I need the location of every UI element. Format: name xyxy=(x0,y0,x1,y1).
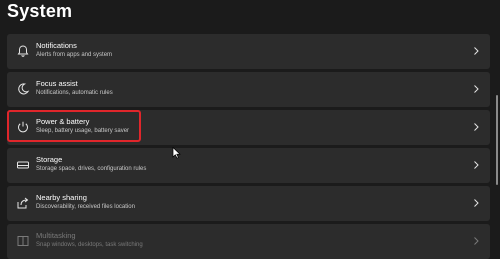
chevron-right-icon xyxy=(472,122,480,132)
highlight-box xyxy=(7,110,141,142)
mouse-cursor-icon xyxy=(172,146,181,159)
chevron-right-icon xyxy=(472,198,480,208)
settings-item-multitasking[interactable]: Multitasking Snap windows, desktops, tas… xyxy=(7,224,490,259)
storage-icon xyxy=(16,158,30,172)
item-title: Focus assist xyxy=(36,79,78,88)
moon-icon xyxy=(16,82,30,96)
page-title: System xyxy=(7,1,73,21)
item-subtitle: Notifications, automatic rules xyxy=(36,90,113,96)
settings-item-notifications[interactable]: Notifications Alerts from apps and syste… xyxy=(7,34,490,69)
share-icon xyxy=(16,196,30,210)
bell-icon xyxy=(16,44,30,58)
chevron-right-icon xyxy=(472,160,480,170)
settings-page: System Notifications Alerts from apps an… xyxy=(0,0,500,259)
item-title: Multitasking xyxy=(36,231,76,240)
settings-item-nearby-sharing[interactable]: Nearby sharing Discoverability, received… xyxy=(7,186,490,221)
settings-item-storage[interactable]: Storage Storage space, drives, configura… xyxy=(7,148,490,183)
settings-item-focus-assist[interactable]: Focus assist Notifications, automatic ru… xyxy=(7,72,490,107)
item-subtitle: Alerts from apps and system xyxy=(36,52,113,58)
item-subtitle: Discoverability, received files location xyxy=(36,204,135,210)
item-title: Notifications xyxy=(36,41,77,50)
item-subtitle: Storage space, drives, configuration rul… xyxy=(36,166,147,172)
chevron-right-icon xyxy=(472,46,480,56)
item-title: Nearby sharing xyxy=(36,193,87,202)
chevron-right-icon xyxy=(472,236,480,246)
multitasking-icon xyxy=(16,234,30,248)
item-title: Storage xyxy=(36,155,63,164)
scrollbar[interactable] xyxy=(496,95,498,185)
chevron-right-icon xyxy=(472,84,480,94)
item-subtitle: Snap windows, desktops, task switching xyxy=(36,242,143,248)
